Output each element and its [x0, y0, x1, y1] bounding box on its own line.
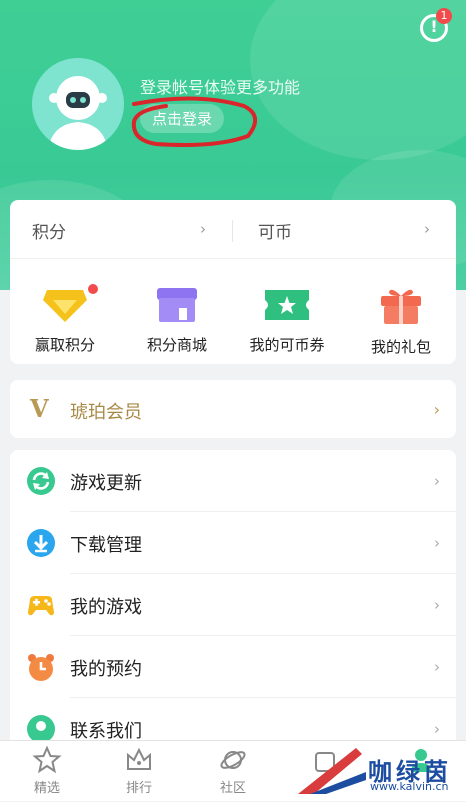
tab-label: 排行 — [125, 781, 152, 796]
tab-featured[interactable]: 精选 — [12, 745, 82, 796]
quick-action-label: 赢取积分 — [34, 336, 95, 354]
chevron-right-icon: › — [433, 400, 440, 419]
points-label[interactable]: 积分 — [32, 218, 66, 243]
divider — [232, 220, 233, 242]
chevron-right-icon: › — [434, 534, 440, 552]
vip-label: 琥珀会员 — [70, 402, 142, 423]
divider — [10, 258, 456, 259]
chevron-right-icon: › — [434, 596, 440, 614]
refresh-icon — [27, 467, 55, 495]
menu-item-label: 下载管理 — [70, 535, 142, 556]
quick-action-label: 积分商城 — [146, 336, 207, 354]
menu-item-label: 我的预约 — [70, 659, 142, 680]
tab-label: 精选 — [33, 781, 60, 796]
quick-action-label: 我的可币券 — [249, 336, 325, 354]
quick-action-label: 我的礼包 — [370, 338, 431, 356]
quick-coin-coupons[interactable]: 我的可币券 — [232, 286, 342, 355]
alarm-clock-icon — [28, 654, 54, 681]
chevron-right-icon: › — [434, 720, 440, 738]
watermark-logo: 咖绿茵 www.kalvin.cn — [296, 742, 466, 800]
watermark-url: www.kalvin.cn — [370, 780, 449, 793]
crown-icon — [127, 747, 151, 770]
menu-item-label: 游戏更新 — [70, 473, 142, 494]
chevron-right-icon: › — [434, 472, 440, 490]
ticket-icon — [265, 290, 309, 320]
avatar[interactable] — [32, 58, 124, 150]
avatar-robot-icon — [32, 58, 124, 150]
tab-ranking[interactable]: 排行 — [104, 745, 174, 796]
coins-label[interactable]: 可币 — [258, 218, 292, 243]
watermark-logo-icon — [298, 748, 366, 794]
quick-earn-points[interactable]: 赢取积分 — [10, 284, 120, 355]
menu-item-game-updates[interactable]: 游戏更新 › — [10, 450, 456, 512]
notification-dot — [88, 284, 98, 294]
star-icon — [32, 745, 62, 774]
points-card: 积分 › 可币 › 赢取积分 积分商城 我的可币券 我的礼包 — [10, 200, 456, 364]
download-icon — [27, 529, 55, 557]
tab-community[interactable]: 社区 — [198, 745, 268, 796]
menu-item-label: 我的游戏 — [70, 597, 142, 618]
menu-item-my-reservations[interactable]: 我的预约 › — [10, 636, 456, 698]
tab-label: 社区 — [219, 781, 246, 796]
menu-list: 游戏更新 › 下载管理 › 我的游戏 › 我的预约 › 联系我们 › — [10, 450, 456, 750]
quick-points-store[interactable]: 积分商城 — [122, 286, 232, 355]
vip-membership-row[interactable]: V 琥珀会员 › — [10, 380, 456, 438]
message-badge: 1 — [436, 8, 452, 24]
chevron-right-icon: › — [424, 220, 430, 238]
menu-item-download-manager[interactable]: 下载管理 › — [10, 512, 456, 574]
gift-icon — [381, 289, 421, 324]
store-icon — [157, 288, 197, 322]
red-annotation-scribble — [131, 96, 257, 147]
chevron-right-icon: › — [434, 658, 440, 676]
planet-icon — [220, 751, 246, 769]
menu-item-my-games[interactable]: 我的游戏 › — [10, 574, 456, 636]
diamond-icon — [43, 290, 87, 322]
gamepad-icon — [28, 596, 54, 616]
quick-my-gifts[interactable]: 我的礼包 — [346, 286, 456, 357]
vip-badge-icon: V — [30, 394, 49, 423]
chevron-right-icon: › — [200, 220, 206, 238]
